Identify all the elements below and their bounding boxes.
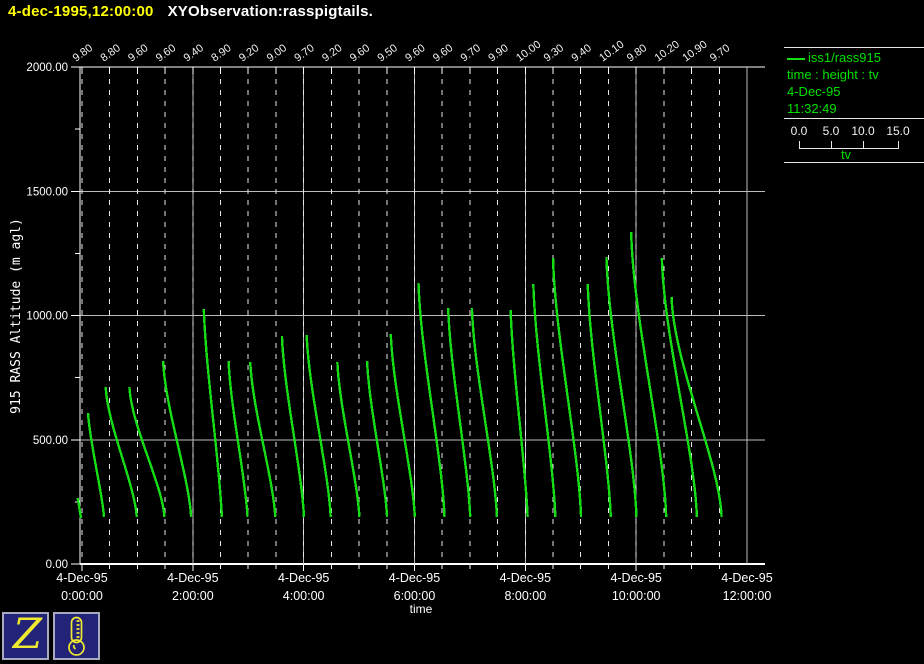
svg-text:8:00:00: 8:00:00 [504, 589, 546, 603]
legend-series-label: iss1/rass915 [808, 50, 881, 65]
svg-text:2000.00: 2000.00 [26, 62, 68, 74]
svg-text:10.20: 10.20 [653, 39, 682, 65]
profile-curve [161, 360, 193, 517]
svg-text:0:00:00: 0:00:00 [61, 589, 103, 603]
svg-text:1500.00: 1500.00 [26, 186, 68, 198]
tv-value-labels: 9.80 8.80 9.60 9.60 9.40 8.90 9.20 9.00 9.70 9.20… [71, 39, 733, 65]
svg-text:9.20: 9.20 [237, 42, 261, 64]
legend-top-rule [784, 47, 924, 48]
tv-scale-bar: tv 0.0 5.0 10.0 15.0 [780, 124, 924, 170]
svg-text:9.70: 9.70 [292, 42, 316, 64]
profile-curve [470, 308, 499, 517]
svg-text:9.70: 9.70 [708, 42, 732, 64]
profile-curve [532, 283, 557, 517]
svg-text:4-Dec-95: 4-Dec-95 [56, 571, 107, 585]
tv-scale-tick-label: 15.0 [886, 124, 910, 138]
profile-curve [305, 335, 332, 517]
thermometer-icon [68, 616, 85, 656]
profile-time-dashed-lines [81, 67, 720, 571]
svg-text:4-Dec-95: 4-Dec-95 [167, 571, 218, 585]
legend-fields-label: time : height : tv [787, 67, 879, 82]
svg-text:9.50: 9.50 [375, 42, 399, 64]
svg-text:9.40: 9.40 [182, 42, 206, 64]
tv-scale-tick-label: 10.0 [851, 124, 875, 138]
legend-date-label: 4-Dec-95 [787, 84, 841, 99]
svg-text:4-Dec-95: 4-Dec-95 [278, 571, 329, 585]
svg-text:9.60: 9.60 [154, 42, 178, 64]
profile-curve [447, 308, 472, 517]
profile-curve [128, 387, 166, 517]
profile-curve [389, 333, 416, 517]
series-line-sample-icon [787, 57, 805, 60]
svg-text:8.90: 8.90 [209, 42, 233, 64]
svg-text:0.00: 0.00 [46, 559, 68, 571]
profile-curve [202, 309, 224, 517]
profile-curve [280, 336, 306, 517]
zebra-logo-icon: Z [12, 609, 43, 658]
tv-scale-tick [863, 141, 864, 148]
app-window: { "title_bar": { "datetime": "4-dec-1995… [0, 0, 924, 664]
svg-text:4-Dec-95: 4-Dec-95 [389, 571, 440, 585]
svg-text:9.60: 9.60 [126, 42, 150, 64]
svg-text:9.20: 9.20 [320, 42, 344, 64]
tv-scale-tick [898, 141, 899, 148]
legend-time-label: 11:32:49 [787, 101, 837, 116]
x-axis: 4-Dec-95 0:00:00 4-Dec-95 2:00:00 4-Dec-95 4:… [56, 571, 772, 616]
tv-scale-label: tv [841, 148, 851, 162]
svg-text:9.80: 9.80 [71, 42, 95, 64]
tv-scale-tick-label: 5.0 [822, 124, 840, 138]
svg-text:9.70: 9.70 [459, 42, 483, 64]
profile-curve [605, 257, 638, 517]
y-axis: 2000.00 1500.00 1000.00 500.00 0.00 915 RASS … [9, 62, 80, 571]
legend-panel: iss1/rass915 time : height : tv 4-Dec-95… [780, 40, 924, 170]
svg-text:10:00:00: 10:00:00 [612, 589, 661, 603]
svg-text:12:00:00: 12:00:00 [723, 589, 772, 603]
legend-separator-rule [784, 118, 924, 119]
profile-curve [586, 283, 612, 517]
legend-text-block: iss1/rass915 time : height : tv 4-Dec-95… [787, 49, 881, 117]
svg-text:6:00:00: 6:00:00 [394, 589, 436, 603]
tv-scale-tick-label: 0.0 [790, 124, 808, 138]
zebra-logo-button[interactable]: Z [2, 609, 49, 660]
x-axis-title: time [410, 602, 433, 616]
gridlines [79, 66, 765, 565]
profile-curve [365, 360, 389, 517]
svg-text:4-Dec-95: 4-Dec-95 [500, 571, 551, 585]
svg-text:9.60: 9.60 [403, 42, 427, 64]
svg-text:9.60: 9.60 [431, 42, 455, 64]
y-axis-title: 915 RASS Altitude (m agl) [9, 218, 24, 414]
profile-curve [417, 282, 446, 517]
profile-curve [86, 412, 106, 517]
svg-text:500.00: 500.00 [33, 435, 68, 447]
svg-text:4:00:00: 4:00:00 [283, 589, 325, 603]
thermometer-button[interactable] [53, 612, 100, 660]
svg-text:10.10: 10.10 [597, 39, 626, 65]
svg-text:9.60: 9.60 [348, 42, 372, 64]
svg-text:2:00:00: 2:00:00 [172, 589, 214, 603]
legend-series-entry: iss1/rass915 [787, 49, 881, 66]
svg-text:9.00: 9.00 [265, 42, 289, 64]
tv-scale-tick [831, 141, 832, 148]
svg-text:9.80: 9.80 [625, 42, 649, 64]
svg-text:10.00: 10.00 [514, 39, 543, 65]
svg-text:4-Dec-95: 4-Dec-95 [610, 571, 661, 585]
profile-curve [551, 258, 583, 517]
tv-scale-baseline [799, 148, 899, 149]
svg-text:9.90: 9.90 [486, 42, 510, 64]
profile-curve [227, 360, 249, 517]
svg-text:10.90: 10.90 [680, 39, 709, 65]
tv-scale-tick [799, 141, 800, 148]
svg-text:4-Dec-95: 4-Dec-95 [721, 571, 772, 585]
svg-text:8.80: 8.80 [98, 42, 122, 64]
svg-text:1000.00: 1000.00 [26, 311, 68, 323]
profile-curves [76, 231, 723, 519]
svg-text:9.30: 9.30 [542, 42, 566, 64]
svg-text:9.40: 9.40 [569, 42, 593, 64]
profile-curve [670, 297, 723, 517]
